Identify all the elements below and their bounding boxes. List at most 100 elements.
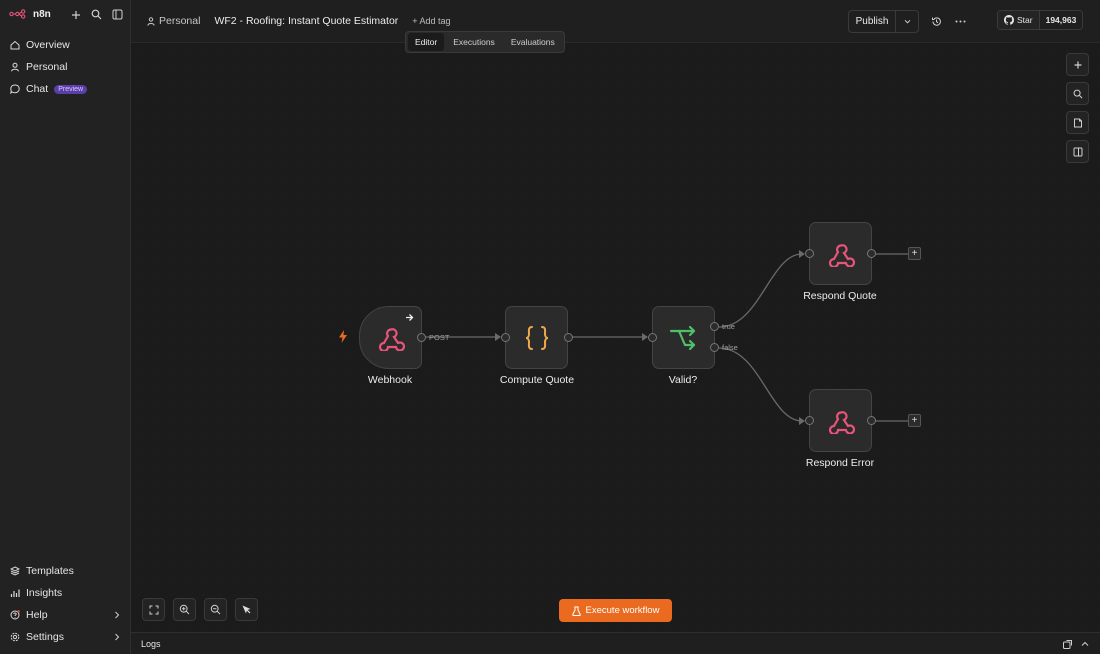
flask-icon xyxy=(571,606,581,616)
node-label-valid: Valid? xyxy=(668,374,698,386)
sidebar-item-label: Templates xyxy=(26,565,74,577)
workflow-name[interactable]: WF2 - Roofing: Instant Quote Estimator xyxy=(214,15,398,27)
sidebar-item-overview[interactable]: Overview xyxy=(0,34,131,56)
input-port[interactable] xyxy=(805,249,814,258)
branch-label-true: true xyxy=(722,322,735,331)
publish-button[interactable]: Publish xyxy=(849,11,896,32)
output-port[interactable] xyxy=(417,333,426,342)
zoom-out-button[interactable] xyxy=(204,598,227,621)
code-braces-icon xyxy=(525,325,548,350)
sidebar-item-label: Insights xyxy=(26,587,63,599)
templates-icon xyxy=(10,566,20,576)
node-label-compute-quote: Compute Quote xyxy=(499,374,575,386)
preview-badge: Preview xyxy=(54,84,88,94)
sidebar-item-chat[interactable]: Chat Preview xyxy=(0,78,131,100)
project-link[interactable]: Personal xyxy=(147,15,200,27)
output-port-true[interactable] xyxy=(710,322,719,331)
zoom-in-button[interactable] xyxy=(173,598,196,621)
node-compute-quote[interactable] xyxy=(505,306,568,369)
sidebar-item-personal[interactable]: Personal xyxy=(0,56,131,78)
breadcrumb: Personal WF2 - Roofing: Instant Quote Es… xyxy=(147,15,451,27)
github-star-button[interactable]: Star xyxy=(998,11,1040,29)
logs-panel-bar[interactable]: Logs xyxy=(131,632,1100,654)
sidebar-item-label: Overview xyxy=(26,39,70,51)
canvas-right-toolbar xyxy=(1066,53,1089,163)
popout-icon[interactable] xyxy=(1062,639,1072,649)
sidebar-item-label: Personal xyxy=(26,61,68,73)
sidebar: n8n Overview Personal Chat Preview Templ… xyxy=(0,0,131,654)
top-header: Personal WF2 - Roofing: Instant Quote Es… xyxy=(131,0,1100,43)
toggle-panel-button[interactable] xyxy=(1066,140,1089,163)
webhook-icon xyxy=(378,327,405,351)
view-tabs: Editor Executions Evaluations xyxy=(405,31,565,53)
fit-view-icon xyxy=(149,605,158,614)
sidebar-item-insights[interactable]: Insights xyxy=(0,582,131,604)
chevron-up-icon[interactable] xyxy=(1080,639,1090,649)
connection-label-post: POST xyxy=(429,333,450,342)
sticky-note-button[interactable] xyxy=(1066,111,1089,134)
chat-icon xyxy=(10,84,20,94)
sidebar-item-label: Chat xyxy=(26,83,49,95)
github-star-count: 194,963 xyxy=(1045,15,1077,25)
add-icon[interactable] xyxy=(69,8,82,21)
fit-view-button[interactable] xyxy=(142,598,165,621)
home-icon xyxy=(10,40,20,50)
node-label-respond-quote: Respond Quote xyxy=(803,290,877,302)
brand-name: n8n xyxy=(33,8,51,20)
n8n-logo-icon xyxy=(9,9,26,19)
sidebar-item-label: Settings xyxy=(26,631,64,643)
collapse-sidebar-icon[interactable] xyxy=(111,8,124,21)
chevron-down-icon xyxy=(904,19,910,24)
node-respond-quote[interactable] xyxy=(809,222,872,285)
github-star-widget[interactable]: Star 194,963 xyxy=(997,10,1084,30)
zoom-out-icon xyxy=(210,604,221,615)
insights-icon xyxy=(10,589,20,597)
tab-executions[interactable]: Executions xyxy=(446,33,502,51)
plus-icon xyxy=(1074,61,1081,68)
output-port-false[interactable] xyxy=(710,343,719,352)
sidebar-item-settings[interactable]: Settings xyxy=(0,626,131,648)
chevron-right-icon xyxy=(115,611,120,619)
search-icon xyxy=(1073,89,1082,98)
tab-editor[interactable]: Editor xyxy=(408,33,445,51)
note-icon xyxy=(1073,118,1082,127)
node-valid[interactable] xyxy=(652,306,715,369)
main-nav: Overview Personal Chat Preview xyxy=(0,34,131,100)
webhook-icon xyxy=(828,410,855,434)
history-icon[interactable] xyxy=(930,15,942,27)
search-icon[interactable] xyxy=(90,8,103,21)
sidebar-item-help[interactable]: Help xyxy=(0,604,131,626)
search-nodes-button[interactable] xyxy=(1066,82,1089,105)
input-port[interactable] xyxy=(501,333,510,342)
output-port[interactable] xyxy=(867,416,876,425)
input-port[interactable] xyxy=(648,333,657,342)
add-node-button[interactable] xyxy=(1066,53,1089,76)
arrow-right-icon xyxy=(406,314,414,321)
input-port[interactable] xyxy=(805,416,814,425)
more-options-icon[interactable] xyxy=(954,15,966,27)
add-tag-button[interactable]: + Add tag xyxy=(412,16,450,26)
canvas-zoom-controls xyxy=(142,598,258,621)
cursor-icon xyxy=(242,605,251,614)
output-port[interactable] xyxy=(564,333,573,342)
publish-dropdown-button[interactable] xyxy=(896,11,918,32)
output-port[interactable] xyxy=(867,249,876,258)
brand[interactable]: n8n xyxy=(9,8,51,20)
add-next-node-button[interactable]: + xyxy=(908,247,921,260)
select-tool-button[interactable] xyxy=(235,598,258,621)
github-star-label: Star xyxy=(1017,15,1033,25)
zoom-in-icon xyxy=(179,604,190,615)
node-label-webhook: Webhook xyxy=(367,374,413,386)
github-icon xyxy=(1004,15,1014,25)
branch-label-false: false xyxy=(722,343,738,352)
sidebar-item-templates[interactable]: Templates xyxy=(0,560,131,582)
project-name: Personal xyxy=(159,15,201,27)
tab-evaluations[interactable]: Evaluations xyxy=(504,33,562,51)
sidebar-item-label: Help xyxy=(26,609,48,621)
workflow-canvas[interactable] xyxy=(131,43,1100,632)
add-next-node-button[interactable]: + xyxy=(908,414,921,427)
user-icon xyxy=(147,16,155,26)
node-respond-error[interactable] xyxy=(809,389,872,452)
settings-icon xyxy=(10,632,20,642)
execute-workflow-button[interactable]: Execute workflow xyxy=(559,599,672,622)
